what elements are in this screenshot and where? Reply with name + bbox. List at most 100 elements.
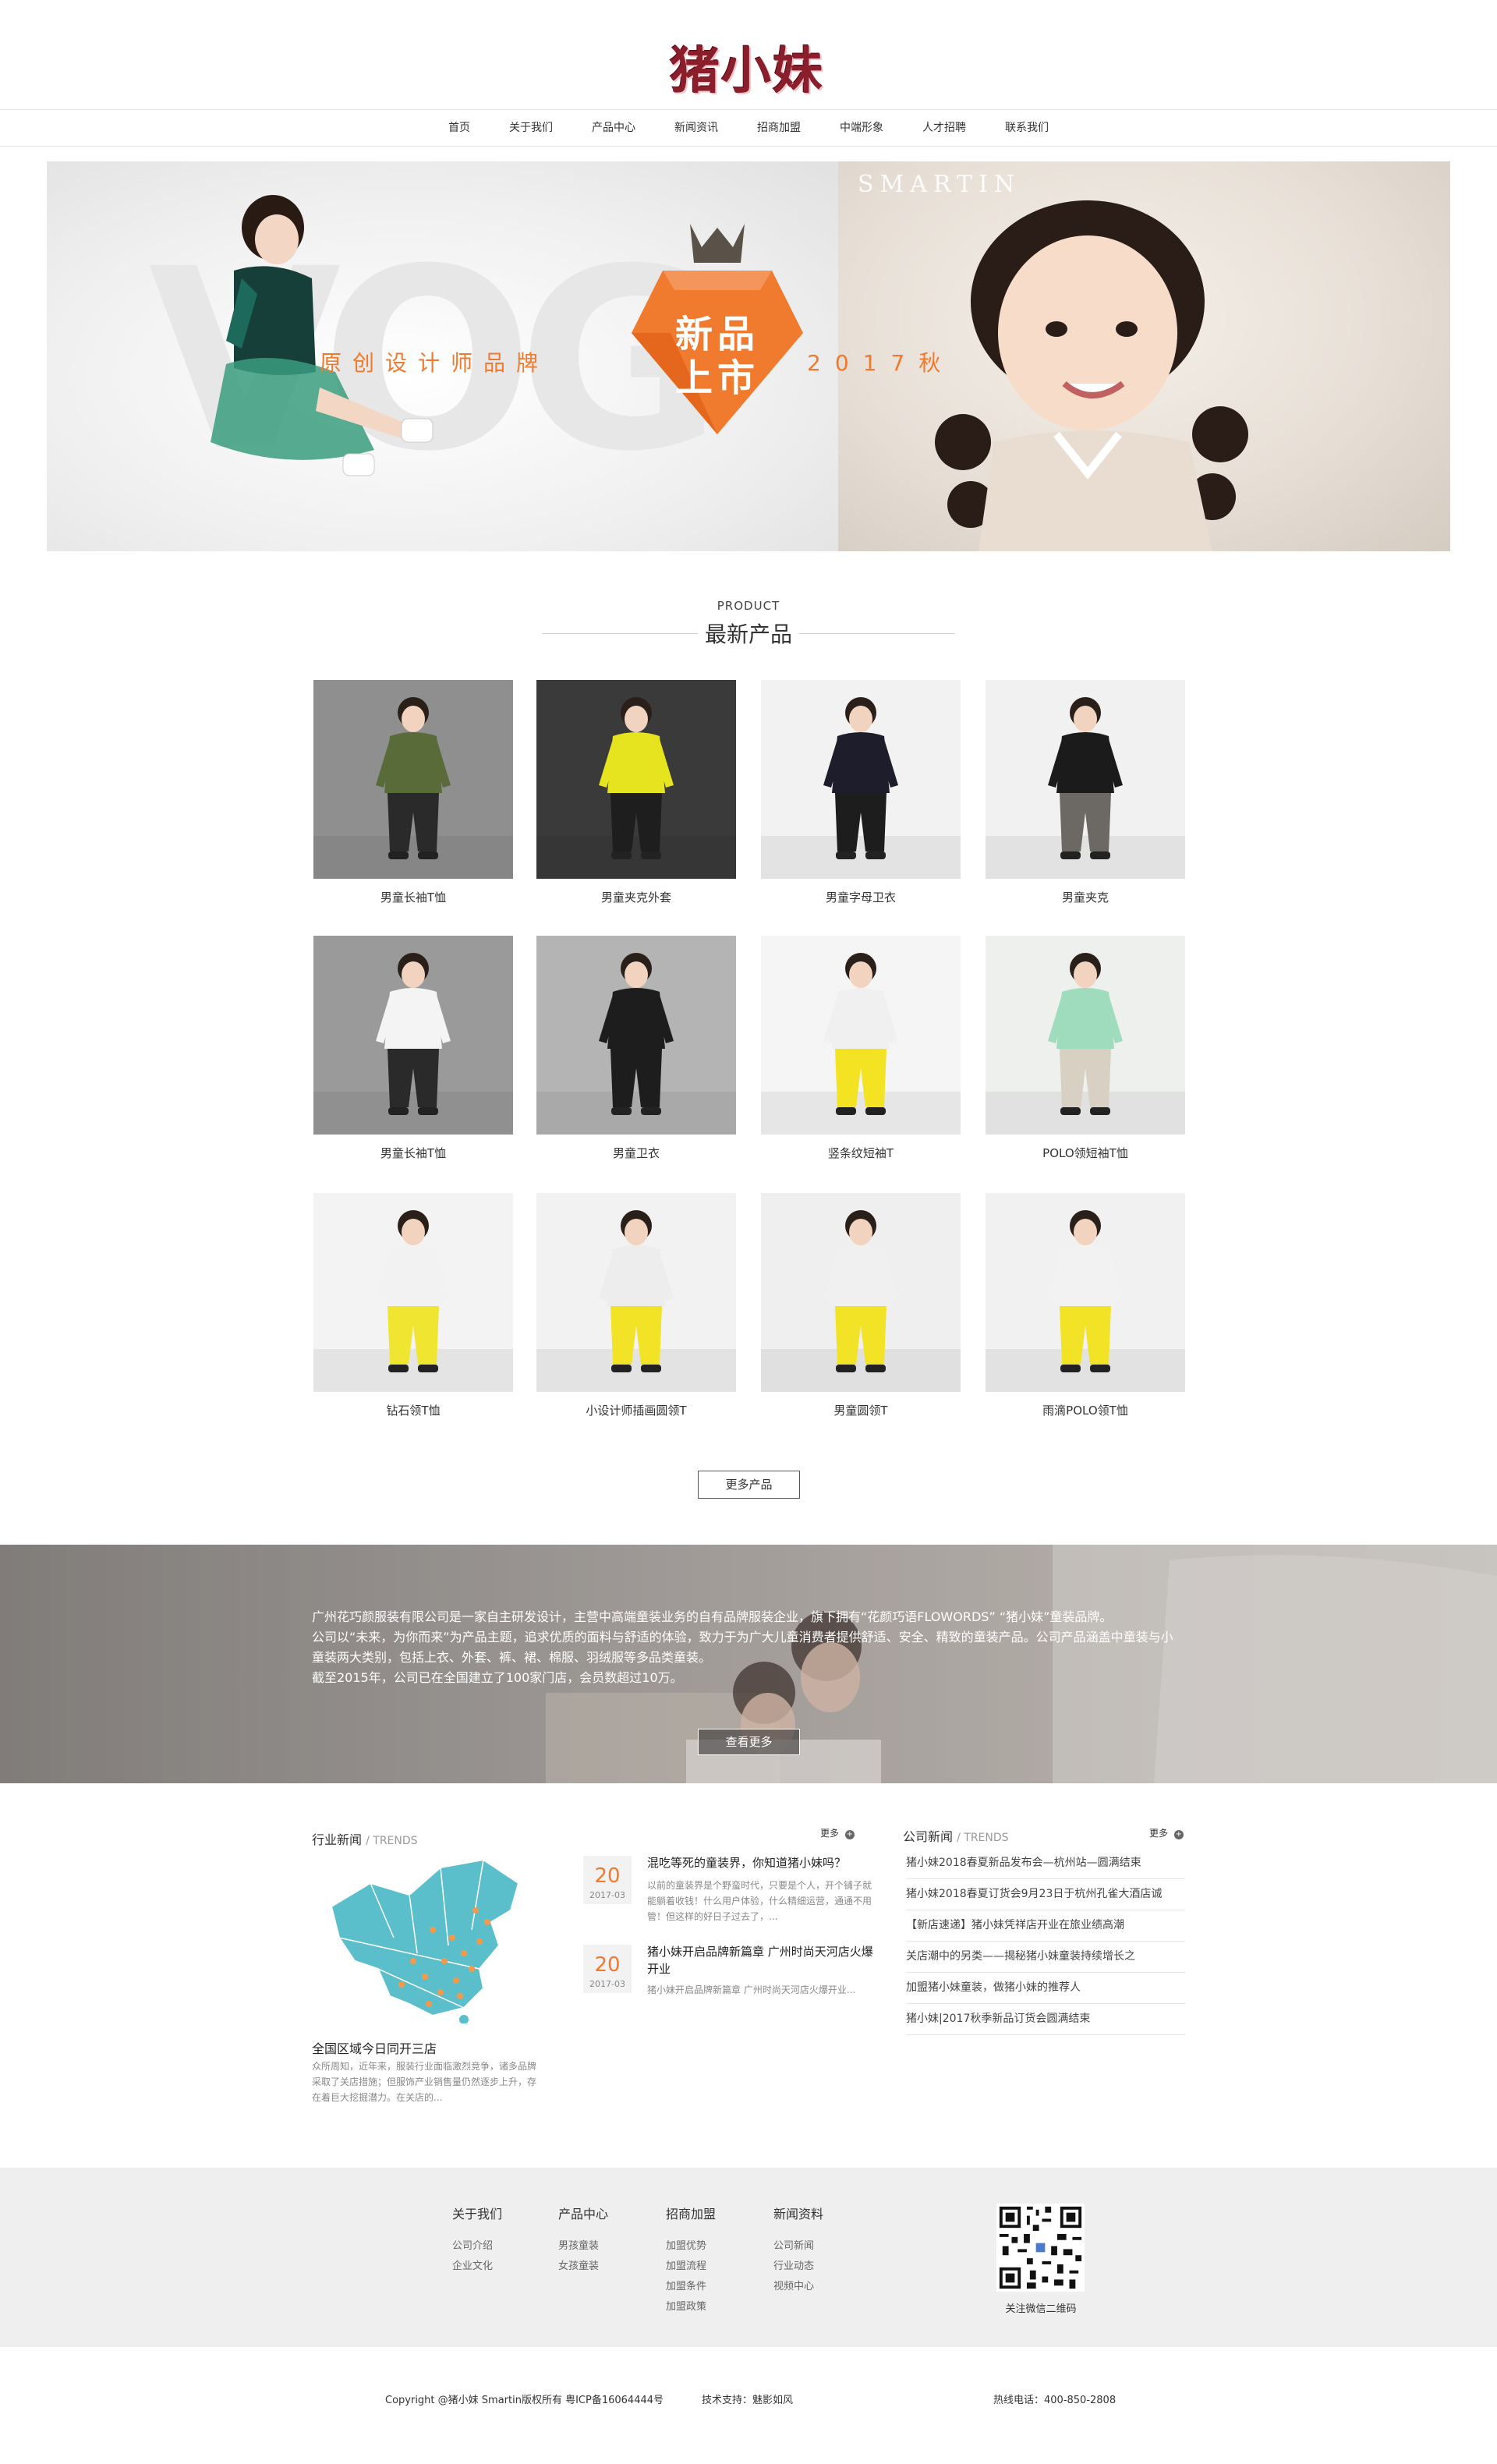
industry-news-title[interactable]: 行业新闻 / TRENDS (312, 1829, 418, 1848)
product-card[interactable]: POLO领短袖T恤 (986, 936, 1185, 1162)
company-news-item[interactable]: 【新店速递】猪小妹凭祥店开业在旅业绩高潮 (906, 1910, 1185, 1942)
product-name[interactable]: 男童卫衣 (536, 1145, 736, 1161)
product-photo-illustration (986, 936, 1185, 1135)
news-item[interactable]: 混吃等死的童装界，你知道猪小妹吗？ 以前的童装界是个野蛮时代，只要是个人，开个铺… (647, 1854, 873, 1924)
middle-news-more[interactable]: 更多 + (820, 1826, 855, 1839)
product-photo-illustration (761, 680, 961, 879)
product-card[interactable]: 雨滴POLO领T恤 (986, 1193, 1185, 1419)
footer-link[interactable]: 公司新闻 (773, 2236, 823, 2257)
company-news-item[interactable]: 猪小妹|2017秋季新品订货会圆满结束 (906, 2004, 1185, 2035)
company-news-title[interactable]: 公司新闻 / TRENDS (903, 1826, 1009, 1845)
banner-watermark: SMARTIN (858, 171, 1021, 198)
company-news-item[interactable]: 猪小妹2018春夏订货会9月23日于杭州孔雀大酒店诚 (906, 1879, 1185, 1910)
nav-about[interactable]: 关于我们 (509, 110, 553, 146)
news-date-ym: 2017-03 (589, 1890, 625, 1900)
copyright-bar: Copyright @猪小妹 Smartin版权所有 粤ICP备16064444… (0, 2347, 1497, 2464)
nav-home[interactable]: 首页 (448, 110, 470, 146)
product-name[interactable]: POLO领短袖T恤 (986, 1145, 1185, 1161)
footer-column-title[interactable]: 招商加盟 (666, 2204, 716, 2222)
product-image[interactable] (761, 680, 961, 879)
product-name[interactable]: 钻石领T恤 (313, 1402, 513, 1418)
product-image[interactable] (536, 1193, 736, 1392)
map-caption[interactable]: 全国区域今日同开三店 (312, 2038, 437, 2057)
product-photo-illustration (313, 936, 513, 1135)
footer-link[interactable]: 加盟条件 (666, 2277, 716, 2297)
wechat-qr-code (996, 2204, 1085, 2292)
product-name[interactable]: 男童圆领T (761, 1402, 961, 1418)
nav-jobs[interactable]: 人才招聘 (922, 110, 966, 146)
product-image[interactable] (986, 936, 1185, 1135)
product-card[interactable]: 男童卫衣 (536, 936, 736, 1162)
company-news-more-label: 更多 (1149, 1828, 1169, 1839)
product-name[interactable]: 男童长袖T恤 (313, 889, 513, 905)
product-name[interactable]: 竖条纹短袖T (761, 1145, 961, 1161)
footer-link[interactable]: 加盟政策 (666, 2297, 716, 2317)
product-image[interactable] (986, 680, 1185, 879)
company-news-item[interactable]: 关店潮中的另类——揭秘猪小妹童装持续增长之 (906, 1942, 1185, 1973)
nav-products[interactable]: 产品中心 (592, 110, 635, 146)
girl-portrait-illustration (935, 200, 1248, 551)
product-photo-illustration (536, 680, 736, 879)
product-card[interactable]: 男童长袖T恤 (313, 936, 513, 1162)
about-paragraph-2: 公司以“未来，为你而来”为产品主题，追求优质的面料与舒适的体验，致力于为广大儿童… (312, 1630, 1173, 1665)
news-date-day: 20 (594, 1953, 621, 1977)
nav-news[interactable]: 新闻资讯 (674, 110, 718, 146)
product-card[interactable]: 小设计师插画圆领T (536, 1193, 736, 1419)
product-photo-illustration (313, 1193, 513, 1392)
product-photo-illustration (761, 936, 961, 1135)
product-name[interactable]: 雨滴POLO领T恤 (986, 1402, 1185, 1418)
footer-link[interactable]: 男孩童装 (558, 2236, 608, 2257)
about-more-button[interactable]: 查看更多 (698, 1729, 800, 1755)
product-card[interactable]: 钻石领T恤 (313, 1193, 513, 1419)
banner-slogan-right: 2017秋 (807, 350, 955, 376)
product-image[interactable] (986, 1193, 1185, 1392)
brand-logo[interactable]: 猪小妹 (653, 30, 841, 104)
hero-banner[interactable]: VOG SMARTIN 原创设计师品牌 2017秋 新品 上市 (47, 161, 1450, 551)
product-card[interactable]: 男童圆领T (761, 1193, 961, 1419)
footer-link[interactable]: 加盟流程 (666, 2257, 716, 2277)
product-card[interactable]: 男童夹克外套 (536, 680, 736, 906)
product-name[interactable]: 男童夹克外套 (536, 889, 736, 905)
new-arrival-badge: 新品 上市 (624, 216, 811, 442)
footer-column-title[interactable]: 新闻资料 (773, 2204, 823, 2222)
product-card[interactable]: 男童字母卫衣 (761, 680, 961, 906)
about-paragraph-1: 广州花巧颜服装有限公司是一家自主研发设计，主营中高端童装业务的自有品牌服装企业，… (312, 1609, 1113, 1624)
product-image[interactable] (761, 1193, 961, 1392)
product-photo-illustration (761, 1193, 961, 1392)
hotline-text: 热线电话：400-850-2808 (993, 2395, 1117, 2406)
footer-link[interactable]: 女孩童装 (558, 2257, 608, 2277)
product-name[interactable]: 男童长袖T恤 (313, 1145, 513, 1161)
product-image[interactable] (536, 680, 736, 879)
product-image[interactable] (761, 936, 961, 1135)
footer-link[interactable]: 公司介绍 (452, 2236, 502, 2257)
industry-news-title-cn: 行业新闻 (312, 1832, 363, 1847)
product-name[interactable]: 男童夹克 (986, 889, 1185, 905)
product-image[interactable] (313, 936, 513, 1135)
footer-column-title[interactable]: 产品中心 (558, 2204, 608, 2222)
nav-franchise[interactable]: 招商加盟 (757, 110, 801, 146)
footer-column-title[interactable]: 关于我们 (452, 2204, 502, 2222)
nav-contact[interactable]: 联系我们 (1005, 110, 1049, 146)
footer-link[interactable]: 视频中心 (773, 2277, 823, 2297)
company-news-item[interactable]: 猪小妹2018春夏新品发布会—杭州站—圆满结束 (906, 1848, 1185, 1879)
product-card[interactable]: 男童夹克 (986, 680, 1185, 906)
footer-link[interactable]: 加盟优势 (666, 2236, 716, 2257)
footer-link[interactable]: 行业动态 (773, 2257, 823, 2277)
product-name[interactable]: 小设计师插画圆领T (536, 1402, 736, 1418)
product-name[interactable]: 男童字母卫衣 (761, 889, 961, 905)
nav-image[interactable]: 中端形象 (840, 110, 883, 146)
news-item[interactable]: 猪小妹开启品牌新篇章 广州时尚天河店火爆开业 猪小妹开启品牌新篇章 广州时尚天河… (647, 1943, 873, 1998)
product-image[interactable] (313, 1193, 513, 1392)
product-photo-illustration (536, 936, 736, 1135)
product-image[interactable] (313, 680, 513, 879)
product-card[interactable]: 竖条纹短袖T (761, 936, 961, 1162)
footer-link[interactable]: 企业文化 (452, 2257, 502, 2277)
more-products-button[interactable]: 更多产品 (698, 1471, 800, 1499)
product-image[interactable] (536, 936, 736, 1135)
product-card[interactable]: 男童长袖T恤 (313, 680, 513, 906)
about-text: 广州花巧颜服装有限公司是一家自主研发设计，主营中高端童装业务的自有品牌服装企业，… (312, 1607, 1185, 1688)
company-news-more[interactable]: 更多 + (1149, 1826, 1184, 1839)
tech-support-text[interactable]: 技术支持：魅影如风 (702, 2391, 793, 2406)
company-news-item[interactable]: 加盟猪小妹童装，做猪小妹的推荐人 (906, 1973, 1185, 2004)
map-description: 众所周知，近年来，服装行业面临激烈竞争，诸多品牌采取了关店措施；但服饰产业销售量… (312, 2061, 537, 2103)
